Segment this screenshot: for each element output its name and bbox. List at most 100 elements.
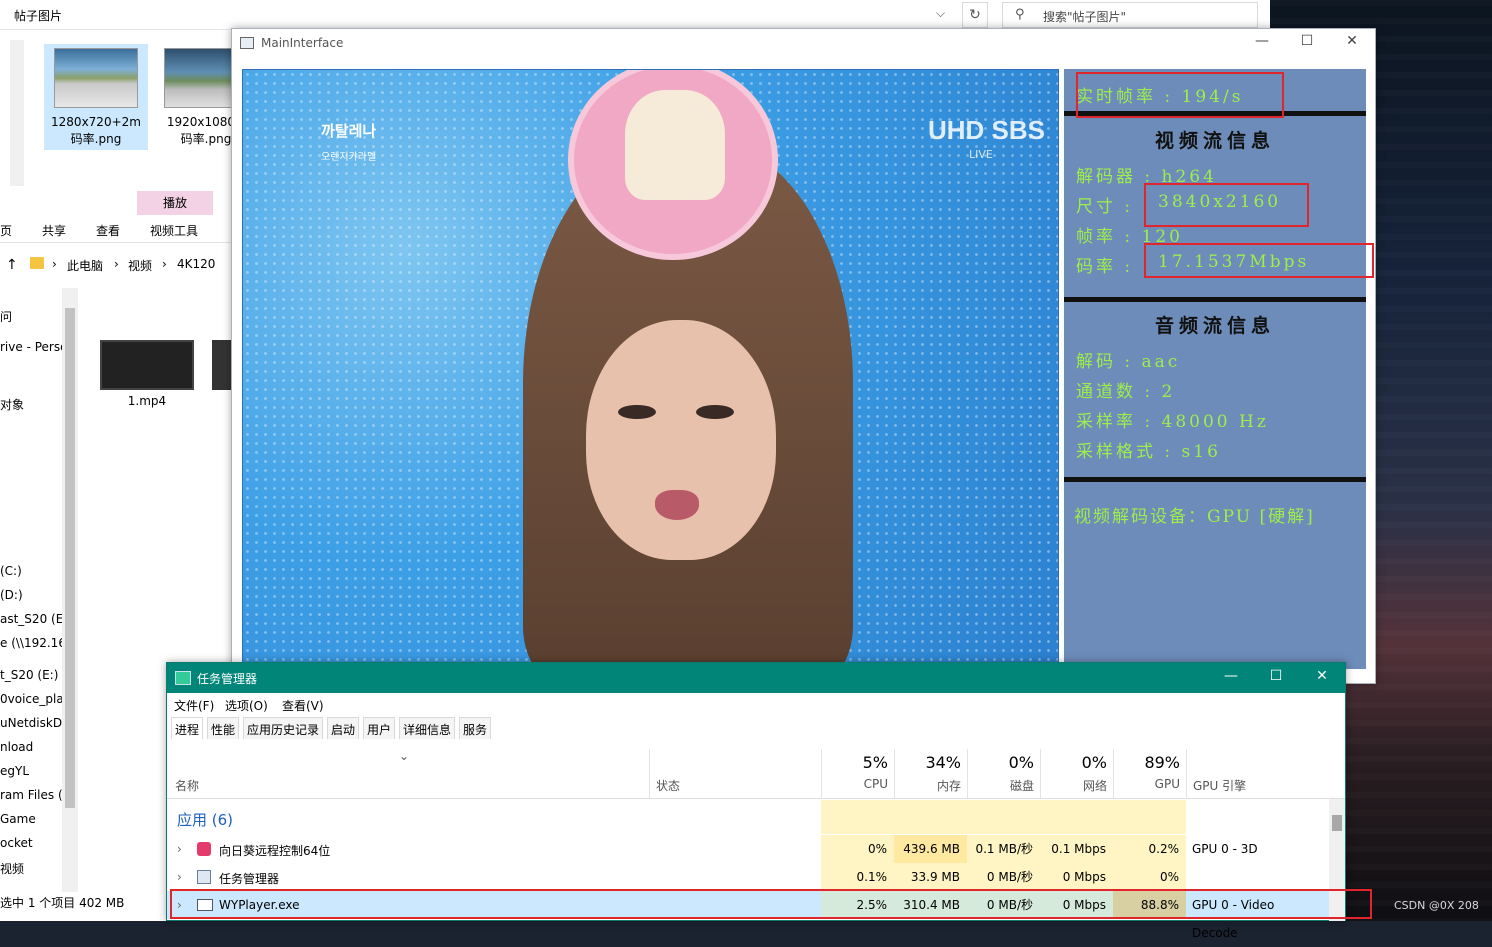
- video-frame[interactable]: UHD SBS LIVE 까탈레나 오렌지캬라멜: [242, 69, 1059, 669]
- app-icon: [240, 37, 254, 49]
- nav-item[interactable]: nload: [0, 740, 33, 754]
- title-bar: 任务管理器 — ☐ ✕: [167, 663, 1345, 693]
- nav-item[interactable]: ast_S20 (E:): [0, 612, 62, 626]
- folder-title[interactable]: 帖子图片: [14, 7, 62, 24]
- arrow-up-icon[interactable]: ↑: [6, 257, 18, 273]
- scrollbar-thumb[interactable]: [1332, 815, 1342, 831]
- tab-bar: 进程 性能 应用历史记录 启动 用户 详细信息 服务: [167, 715, 1345, 739]
- nav-item[interactable]: ocket: [0, 836, 33, 850]
- cpu-cell: 0.1%: [821, 863, 894, 891]
- nav-item[interactable]: 问: [0, 308, 12, 325]
- tab-play[interactable]: 播放: [137, 191, 213, 215]
- chevron-right-icon[interactable]: ›: [177, 842, 182, 856]
- minimize-icon[interactable]: —: [1209, 668, 1253, 684]
- sample-format-readout: 采样格式 : s16: [1076, 442, 1221, 462]
- file-name[interactable]: 1.mp4: [100, 394, 194, 408]
- scrollbar[interactable]: [10, 40, 24, 186]
- gpu-total: 89%: [1144, 753, 1180, 772]
- bitrate-label: 码率 :: [1076, 257, 1134, 277]
- header-cpu: CPU: [863, 777, 888, 791]
- navigation-pane: 问 rive - Perso 对象 (C:) (D:) ast_S20 (E:)…: [0, 288, 62, 888]
- header-gpu-engine-col[interactable]: GPU 引擎: [1186, 749, 1329, 799]
- stream-info-panel: 实时帧率 : 194/s 视频流信息 解码器 : h264 尺寸 : 3840x…: [1064, 69, 1366, 669]
- task-manager-icon: [175, 671, 191, 685]
- header-name[interactable]: 名称: [175, 777, 199, 794]
- video-thumbnail[interactable]: [212, 340, 232, 390]
- tab-app-history[interactable]: 应用历史记录: [243, 717, 324, 739]
- net-cell: 0 Mbps: [1040, 863, 1113, 891]
- close-icon[interactable]: ✕: [1332, 33, 1372, 49]
- tab-view[interactable]: 查看: [96, 222, 120, 239]
- nav-item[interactable]: (D:): [0, 588, 23, 602]
- tab-startup[interactable]: 启动: [327, 717, 360, 739]
- tab-users[interactable]: 用户: [363, 717, 396, 739]
- nav-item[interactable]: e (\\192.16: [0, 636, 62, 650]
- task-manager-icon: [197, 870, 211, 884]
- video-face: [586, 320, 776, 560]
- close-icon[interactable]: ✕: [1300, 668, 1344, 684]
- highlight-box: [1076, 72, 1284, 118]
- header-gpu: GPU: [1154, 777, 1180, 791]
- nav-item[interactable]: 0voice_play: [0, 692, 62, 706]
- tab-performance[interactable]: 性能: [207, 717, 240, 739]
- nav-item[interactable]: egYL: [0, 764, 29, 778]
- header-disk: 磁盘: [1009, 779, 1034, 793]
- menu-file[interactable]: 文件(F): [174, 697, 214, 714]
- tab-home[interactable]: 页: [0, 222, 12, 239]
- chevron-right-icon[interactable]: ›: [177, 870, 182, 884]
- nav-item[interactable]: Game: [0, 812, 36, 826]
- table-row[interactable]: › 任务管理器 0.1% 33.9 MB 0 MB/秒 0 Mbps 0%: [167, 863, 1329, 891]
- decode-device-readout: 视频解码设备：GPU [硬解]: [1074, 507, 1315, 527]
- gpu-cell: 0%: [1113, 863, 1186, 891]
- gpu-cell: 0.2%: [1113, 835, 1186, 863]
- video-thumbnail[interactable]: [100, 340, 194, 390]
- search-input[interactable]: ⚲ 搜索"帖子图片": [1002, 2, 1258, 28]
- mem-cell: 439.6 MB: [894, 835, 967, 863]
- chevron-down-icon[interactable]: ⌵: [936, 6, 945, 21]
- task-manager-window: 任务管理器 — ☐ ✕ 文件(F) 选项(O) 查看(V) 进程 性能 应用历史…: [166, 662, 1346, 940]
- header-net-col[interactable]: 0% 网络: [1040, 749, 1113, 799]
- nav-item[interactable]: 视频: [0, 860, 24, 877]
- sunlogin-icon: [197, 842, 211, 856]
- tab-processes[interactable]: 进程: [171, 717, 204, 739]
- menu-view[interactable]: 查看(V): [282, 697, 324, 714]
- menu-bar: 文件(F) 选项(O) 查看(V): [167, 693, 1345, 715]
- refresh-icon[interactable]: ↻: [962, 2, 988, 28]
- tab-details[interactable]: 详细信息: [399, 717, 456, 739]
- tab-video-tools[interactable]: 视频工具: [150, 222, 198, 239]
- nav-item[interactable]: rive - Perso: [0, 340, 62, 354]
- nav-item[interactable]: t_S20 (E:): [0, 668, 58, 682]
- nav-item[interactable]: uNetdiskD: [0, 716, 62, 730]
- header-status-col[interactable]: 状态: [649, 749, 821, 799]
- breadcrumb-item[interactable]: 此电脑: [67, 257, 103, 274]
- tab-services[interactable]: 服务: [459, 717, 492, 739]
- status-bar: 选中 1 个项目 402 MB: [0, 896, 125, 910]
- header-gpu-col[interactable]: 89% GPU: [1113, 749, 1186, 799]
- table-row[interactable]: › 向日葵远程控制64位 0% 439.6 MB 0.1 MB/秒 0.1 Mb…: [167, 835, 1329, 863]
- breadcrumb-item[interactable]: 视频: [128, 257, 152, 274]
- header-disk-col[interactable]: 0% 磁盘: [967, 749, 1040, 799]
- header-status: 状态: [656, 779, 681, 793]
- net-cell: 0.1 Mbps: [1040, 835, 1113, 863]
- nav-item[interactable]: (C:): [0, 564, 22, 578]
- header-mem-col[interactable]: 34% 内存: [894, 749, 967, 799]
- mem-cell: 33.9 MB: [894, 863, 967, 891]
- mem-total: 34%: [925, 753, 961, 772]
- ribbon-tabs: 页 共享 查看 播放 视频工具: [0, 188, 232, 242]
- breadcrumb-item[interactable]: 4K120: [177, 257, 215, 271]
- menu-options[interactable]: 选项(O): [225, 697, 268, 714]
- highlight-box: [170, 889, 1372, 919]
- scrollbar-thumb[interactable]: [65, 308, 75, 808]
- disk-cell: 0.1 MB/秒: [967, 835, 1040, 863]
- maximize-icon[interactable]: ☐: [1254, 668, 1298, 684]
- nav-item[interactable]: 对象: [0, 396, 24, 413]
- minimize-icon[interactable]: —: [1242, 33, 1282, 49]
- tab-share[interactable]: 共享: [42, 222, 66, 239]
- audio-section-title: 音频流信息: [1154, 315, 1275, 337]
- header-mem: 内存: [936, 779, 961, 793]
- header-cpu-col[interactable]: 5% CPU: [821, 749, 894, 799]
- maximize-icon[interactable]: ☐: [1287, 33, 1327, 49]
- channel-logo: UHD SBS: [928, 115, 1046, 145]
- file-thumbnail[interactable]: 1280x720+2m 码率.png: [44, 44, 148, 150]
- nav-item[interactable]: ram Files (: [0, 788, 62, 802]
